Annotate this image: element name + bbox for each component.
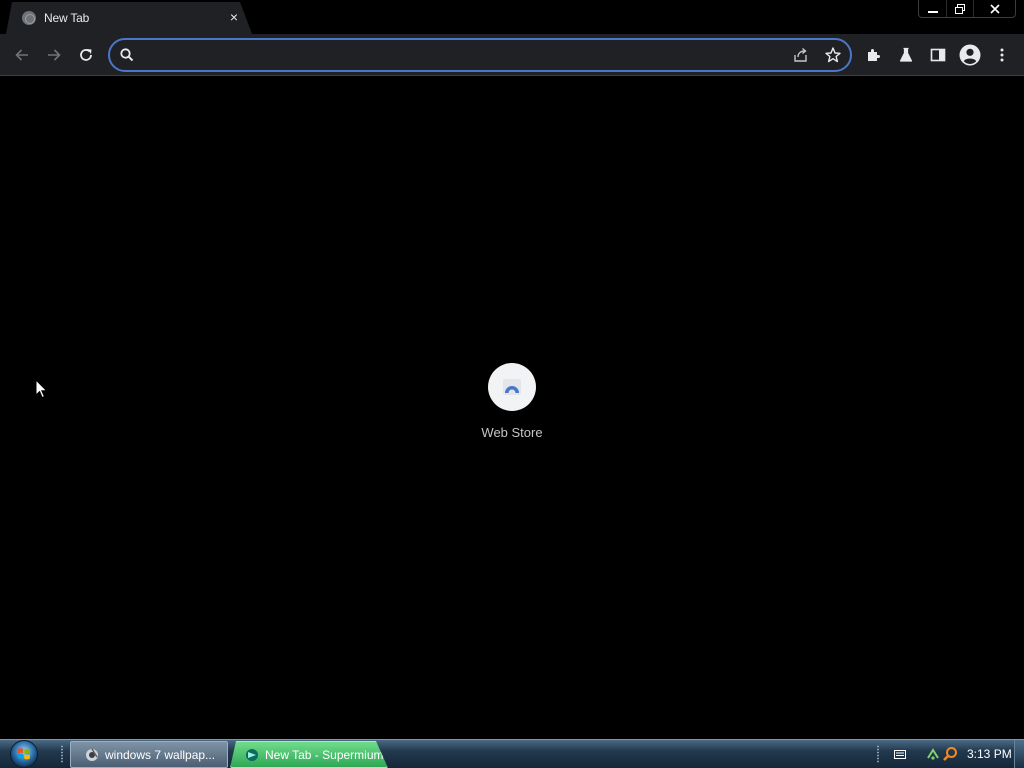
- keyboard-icon[interactable]: [894, 749, 906, 760]
- menu-icon: [1000, 48, 1004, 62]
- windows-logo-icon: [10, 740, 38, 768]
- search-icon: [120, 48, 134, 62]
- extensions-icon: [868, 49, 880, 61]
- forward-button[interactable]: [40, 41, 68, 69]
- reload-icon: [80, 49, 92, 61]
- extensions-button[interactable]: [860, 41, 888, 69]
- clock[interactable]: 3:13 PM: [967, 747, 1012, 761]
- star-icon[interactable]: [824, 46, 842, 64]
- tab-close-button[interactable]: ×: [225, 8, 243, 26]
- tab-new-tab[interactable]: New Tab ×: [6, 2, 252, 34]
- tab-title: New Tab: [44, 11, 90, 25]
- taskbar-grip[interactable]: [60, 745, 64, 763]
- close-button[interactable]: [973, 0, 1015, 17]
- reload-button[interactable]: [72, 41, 100, 69]
- back-button[interactable]: [8, 41, 36, 69]
- back-icon: [15, 49, 28, 61]
- taskbar-item-label: windows 7 wallpap...: [105, 747, 216, 762]
- taskbar-item-label: New Tab - Supermium: [265, 747, 384, 762]
- browser-titlebar: New Tab ×: [0, 0, 1024, 34]
- close-icon: [989, 3, 1000, 14]
- start-button[interactable]: [8, 739, 40, 768]
- browser-toolbar: [0, 34, 1024, 76]
- search-icon[interactable]: [942, 746, 958, 762]
- restore-button[interactable]: [946, 0, 973, 17]
- mouse-cursor-icon: [35, 379, 48, 399]
- share-icon[interactable]: [792, 46, 810, 64]
- forward-icon: [48, 49, 61, 61]
- network-icon[interactable]: [926, 746, 940, 762]
- profile-button[interactable]: [956, 41, 984, 69]
- profile-icon: [959, 44, 981, 66]
- side-panel-button[interactable]: [924, 41, 952, 69]
- side-panel-icon: [930, 48, 946, 62]
- system-tray: 3:13 PM: [872, 740, 1024, 768]
- labs-button[interactable]: [892, 41, 920, 69]
- address-input[interactable]: [144, 44, 764, 66]
- new-tab-page: Web Store: [0, 77, 1024, 739]
- shortcut-tile: [488, 363, 536, 411]
- globe-icon: [22, 11, 36, 25]
- web-store-icon: [503, 379, 521, 395]
- shortcut-web-store[interactable]: Web Store: [472, 361, 552, 451]
- shortcut-label: Web Store: [481, 425, 543, 440]
- menu-button[interactable]: [988, 41, 1016, 69]
- taskbar-item-supermium[interactable]: New Tab - Supermium: [230, 741, 388, 768]
- omnibox[interactable]: [108, 38, 852, 72]
- show-desktop-button[interactable]: [1014, 740, 1024, 768]
- minimize-button[interactable]: [919, 0, 946, 17]
- taskbar: windows 7 wallpap... New Tab - Supermium…: [0, 739, 1024, 768]
- restore-icon: [955, 3, 965, 14]
- supermium-icon: [245, 748, 259, 762]
- taskbar-item-wallpaper[interactable]: windows 7 wallpap...: [70, 741, 228, 768]
- tray-grip: [876, 745, 880, 763]
- minimize-icon: [927, 10, 938, 13]
- window-controls: [918, 0, 1016, 18]
- labs-icon: [899, 47, 913, 62]
- browser-window-icon: [86, 748, 98, 761]
